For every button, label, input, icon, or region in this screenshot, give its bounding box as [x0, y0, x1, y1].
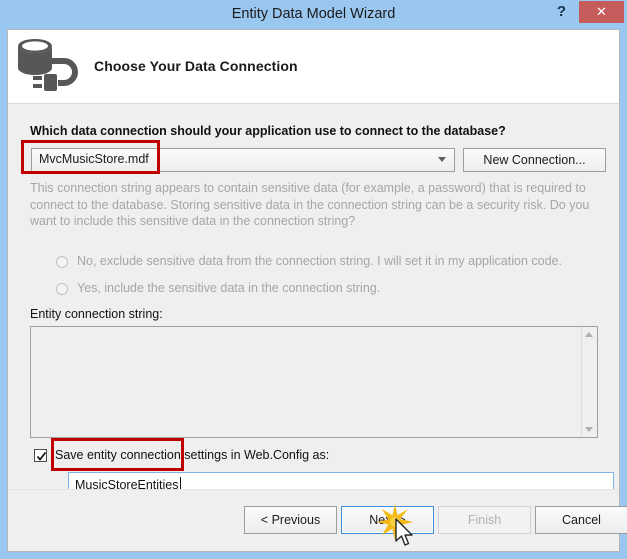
new-connection-button[interactable]: New Connection... — [463, 148, 606, 172]
finish-button: Finish — [438, 506, 531, 534]
connection-question-label: Which data connection should your applic… — [30, 124, 506, 138]
check-icon — [34, 449, 47, 462]
next-button[interactable]: Next > — [341, 506, 434, 534]
header-panel: Choose Your Data Connection — [8, 30, 619, 104]
radio-icon — [56, 283, 68, 295]
save-settings-label: Save entity connection settings in Web.C… — [55, 448, 330, 462]
chevron-down-icon — [438, 157, 446, 162]
sensitive-data-message: This connection string appears to contai… — [30, 181, 590, 228]
connection-dropdown-value: MvcMusicStore.mdf — [39, 152, 149, 166]
radio-label: Yes, include the sensitive data in the c… — [77, 281, 381, 295]
close-button[interactable]: ✕ — [579, 1, 624, 23]
titlebar: Entity Data Model Wizard ? ✕ — [0, 0, 627, 29]
radio-icon — [56, 256, 68, 268]
previous-button[interactable]: < Previous — [244, 506, 337, 534]
help-button[interactable]: ? — [547, 0, 576, 23]
window-body: Choose Your Data Connection Which data c… — [7, 29, 627, 552]
connection-dropdown[interactable]: MvcMusicStore.mdf — [31, 148, 455, 172]
page-title: Choose Your Data Connection — [94, 58, 298, 74]
cancel-button[interactable]: Cancel — [535, 506, 627, 534]
entity-connection-string-textarea[interactable] — [30, 326, 598, 438]
radio-label: No, exclude sensitive data from the conn… — [77, 254, 562, 268]
entity-connection-string-label: Entity connection string: — [30, 307, 163, 321]
content-area: Which data connection should your applic… — [8, 104, 619, 519]
chevron-down-icon[interactable] — [585, 427, 593, 432]
chevron-up-icon[interactable] — [585, 332, 593, 337]
entity-data-model-wizard-dialog: Entity Data Model Wizard ? ✕ Choose Your… — [0, 0, 627, 559]
database-connection-icon — [14, 34, 80, 98]
window-title: Entity Data Model Wizard — [231, 6, 396, 22]
textarea-scrollbar[interactable] — [581, 327, 597, 437]
footer-button-bar: < Previous Next > Finish Cancel — [8, 489, 627, 551]
